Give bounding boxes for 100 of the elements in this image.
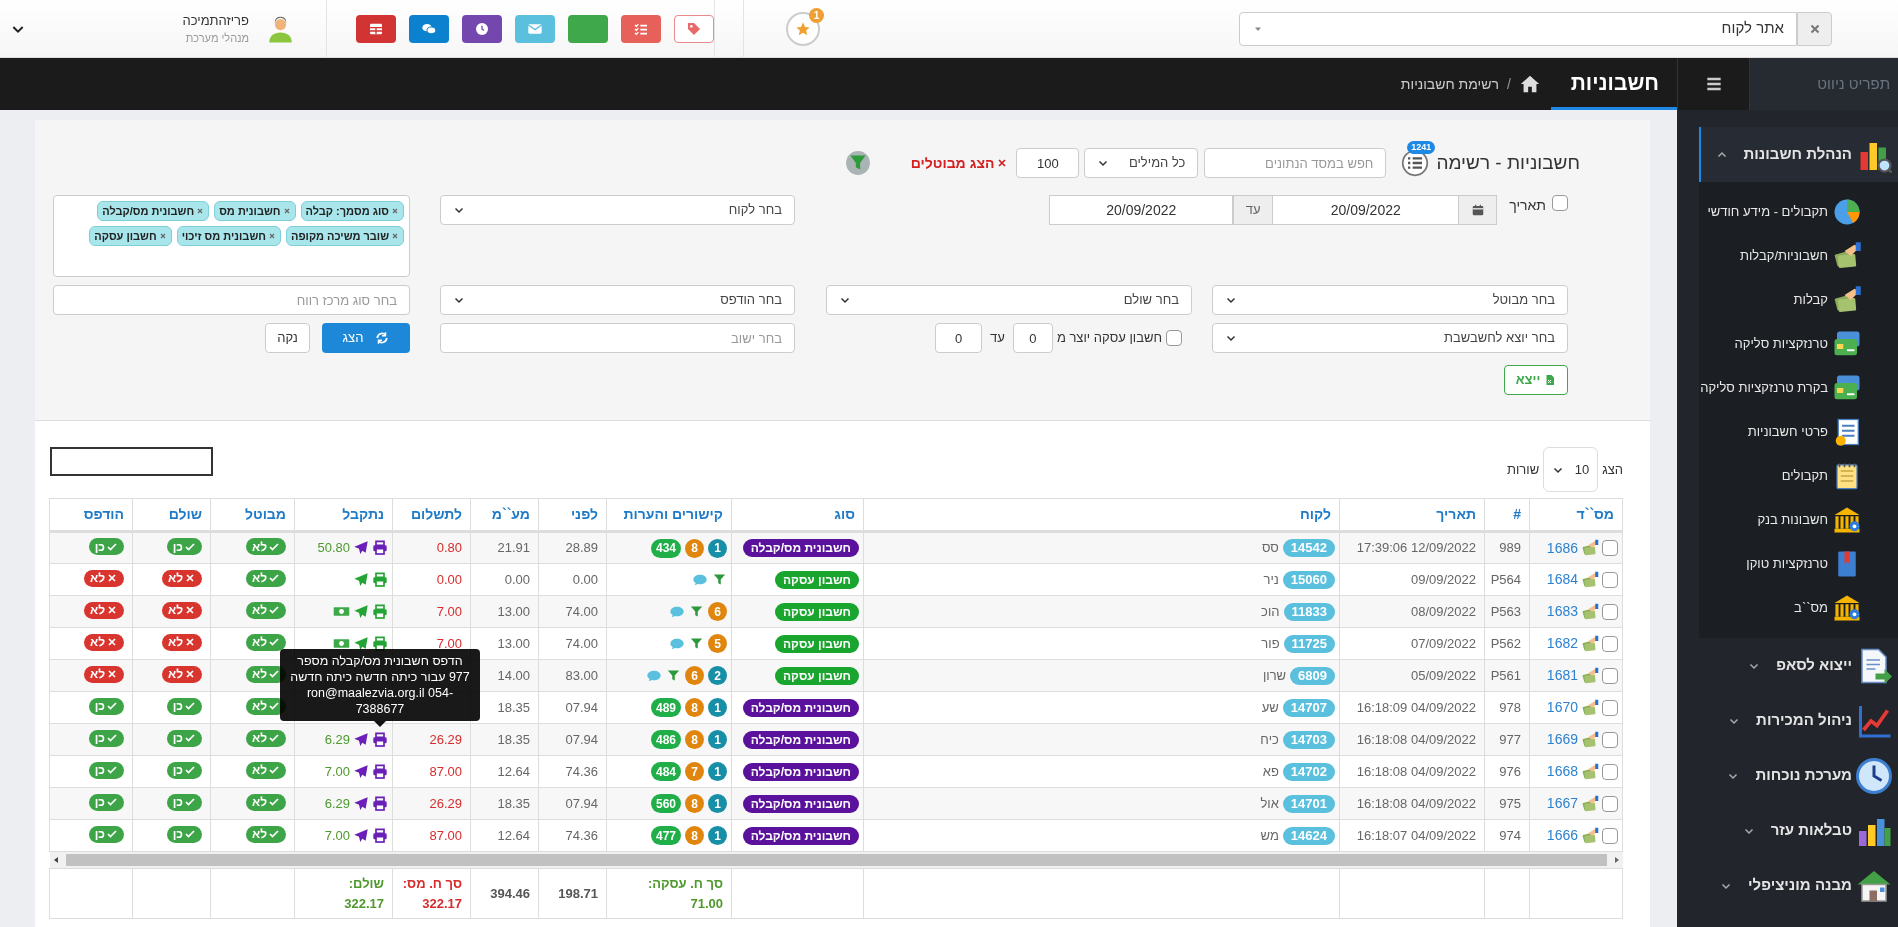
horizontal-scrollbar[interactable]: [49, 852, 1623, 868]
range-to-field[interactable]: 0: [935, 323, 983, 353]
show-cancelled-button[interactable]: הצג מבוטלים: [910, 152, 1009, 174]
column-header[interactable]: לפני: [538, 498, 607, 532]
column-header[interactable]: לתשלום: [392, 498, 471, 532]
checkbox[interactable]: [1602, 827, 1618, 844]
column-header[interactable]: הודפס: [49, 498, 133, 532]
cancelled-select[interactable]: בחר מבוטל: [1212, 285, 1568, 315]
sidebar-section[interactable]: מערכת נוכחות: [1699, 748, 1898, 803]
export-select[interactable]: בחר יוצא לחשבשבת: [1212, 323, 1568, 353]
checkbox[interactable]: [1602, 540, 1618, 556]
sidebar-item[interactable]: מס``ב: [1699, 586, 1898, 630]
checkbox[interactable]: [1602, 731, 1618, 748]
profit-center-field[interactable]: בחר סוג מרכז רווח: [53, 285, 410, 315]
customer-search-field[interactable]: אתר לקוח: [1239, 11, 1797, 46]
sidebar-item[interactable]: חשבונות בנק: [1699, 498, 1898, 542]
checklist-button[interactable]: [621, 14, 661, 43]
menu-button[interactable]: [1677, 58, 1750, 110]
date-to-field[interactable]: 20/09/2022: [1049, 195, 1234, 225]
clear-filters-button[interactable]: נקה: [265, 323, 310, 353]
link-count[interactable]: 1: [708, 794, 727, 813]
chat-button[interactable]: [409, 14, 449, 43]
document-type-field[interactable]: סוג מסמך: קבלה חשבונית מס חשבונית מס/קבלה שובר משיכה מקופה חשבונית מס זיכוי חשבון עסקה: [53, 195, 410, 277]
column-header[interactable]: שולם: [132, 498, 211, 532]
chip-label: שובר משיכה מקופה: [290, 228, 389, 244]
link-count[interactable]: 1: [708, 762, 727, 781]
scrollbar-thumb[interactable]: [65, 854, 1607, 866]
sidebar-item[interactable]: תקבולים: [1699, 454, 1898, 498]
favorites-button[interactable]: [786, 11, 820, 46]
link-count[interactable]: 8: [685, 698, 704, 717]
link-count[interactable]: 6: [708, 602, 727, 621]
sidebar-item[interactable]: חשבוניות/קבלות: [1699, 234, 1898, 278]
checkbox[interactable]: [1602, 699, 1618, 716]
link-count[interactable]: 8: [685, 538, 704, 558]
clear-button[interactable]: [1797, 11, 1832, 46]
mail-button[interactable]: [515, 14, 555, 43]
sidebar-section[interactable]: הנהלת חשבונות: [1699, 127, 1898, 182]
link-count[interactable]: 477: [650, 826, 681, 845]
link-count[interactable]: 1: [708, 730, 727, 749]
link-count[interactable]: 434: [650, 538, 681, 558]
sidebar-item[interactable]: תקבולים - מידע חודשי: [1699, 190, 1898, 234]
link-count[interactable]: 8: [685, 730, 704, 749]
paid-select[interactable]: בחר שולם: [826, 285, 1192, 315]
breadcrumb-link[interactable]: רשימת חשבוניות: [1400, 73, 1499, 95]
column-header[interactable]: תאריך: [1339, 498, 1485, 532]
sidebar-item[interactable]: טרנזקציות סליקה: [1699, 322, 1898, 366]
limit-field[interactable]: 100: [1016, 148, 1080, 178]
link-count[interactable]: 2: [708, 666, 727, 685]
range-from-field[interactable]: 0: [1012, 323, 1053, 353]
sidebar-section[interactable]: טבלאות עזר: [1699, 803, 1898, 858]
export-button[interactable]: ייצא: [1504, 365, 1568, 395]
sidebar-section[interactable]: ניהול המכירות: [1699, 693, 1898, 748]
link-count[interactable]: 8: [685, 826, 704, 845]
table-button[interactable]: [356, 14, 396, 43]
link-count[interactable]: 1: [708, 698, 727, 717]
match-select[interactable]: כל המילים: [1084, 148, 1199, 178]
date-from-field[interactable]: 20/09/2022: [1273, 195, 1459, 225]
checkbox[interactable]: [1602, 667, 1618, 684]
link-count[interactable]: 560: [650, 794, 681, 813]
search-field[interactable]: חפש במסד הנתונים: [1204, 148, 1387, 178]
column-header[interactable]: #: [1484, 498, 1530, 532]
checkbox[interactable]: [1602, 603, 1618, 620]
link-count[interactable]: 8: [685, 794, 704, 813]
sidebar-item[interactable]: קבלות: [1699, 278, 1898, 322]
page-size-select[interactable]: 10: [1543, 447, 1599, 492]
link-count[interactable]: 1: [708, 826, 727, 845]
show-button[interactable]: הצג: [322, 323, 410, 353]
checkbox[interactable]: [1166, 330, 1182, 346]
clock-button[interactable]: [462, 14, 502, 43]
column-header[interactable]: קישורים והערות: [606, 498, 732, 532]
sidebar-item[interactable]: בקרת טרנזקציות סליקה: [1699, 366, 1898, 410]
table-search-field[interactable]: [50, 447, 213, 476]
checkbox[interactable]: [1602, 635, 1618, 652]
tag-button[interactable]: [674, 14, 714, 43]
checkbox[interactable]: [1552, 195, 1568, 211]
column-header[interactable]: נתקבל: [294, 498, 393, 532]
link-count[interactable]: 5: [708, 634, 727, 653]
link-count[interactable]: 486: [650, 730, 681, 749]
checkbox[interactable]: [1602, 795, 1618, 812]
customer-select[interactable]: בחר לקוח: [440, 195, 795, 225]
sidebar-section[interactable]: מבנה מוניציפלי: [1699, 858, 1898, 913]
toolbar-button[interactable]: [568, 14, 608, 43]
link-count[interactable]: 6: [685, 666, 704, 685]
column-header[interactable]: מע``מ: [470, 498, 539, 532]
checkbox[interactable]: [1602, 763, 1618, 780]
link-count[interactable]: 489: [650, 698, 681, 717]
link-count[interactable]: 7: [685, 762, 704, 781]
sidebar-section[interactable]: ייצוא לסאפ: [1699, 638, 1898, 693]
sidebar-item[interactable]: טרנזקציות טוקן: [1699, 542, 1898, 586]
settlement-field[interactable]: בחר ישוב: [440, 323, 795, 353]
printed-select[interactable]: בחר הודפס: [440, 285, 795, 315]
column-header[interactable]: מס``ד: [1529, 498, 1623, 532]
count-badge: 1241: [1407, 141, 1436, 154]
checkbox[interactable]: [1602, 571, 1618, 588]
link-count[interactable]: 1: [708, 538, 727, 558]
column-header[interactable]: לקוח: [863, 498, 1340, 532]
sidebar-item[interactable]: פרטי חשבוניות: [1699, 410, 1898, 454]
column-header[interactable]: סוג: [731, 498, 864, 532]
column-header[interactable]: מבוטל: [210, 498, 295, 532]
link-count[interactable]: 484: [650, 762, 681, 781]
